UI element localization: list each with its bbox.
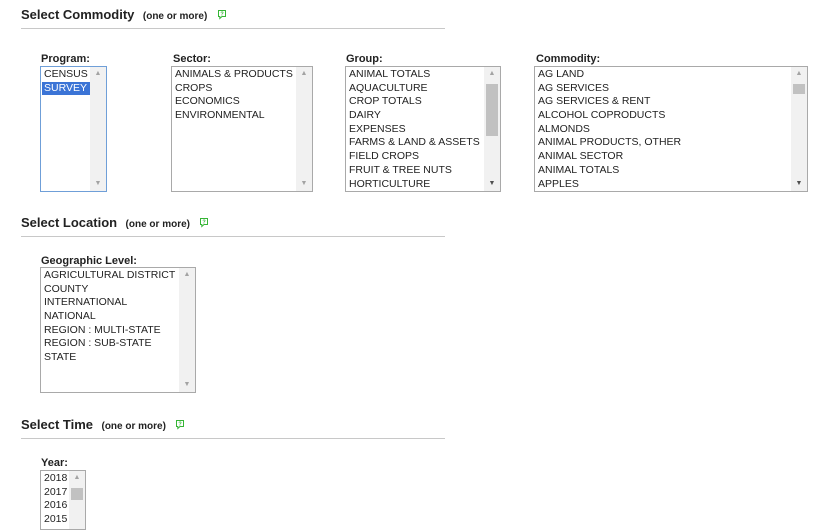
geographic-level-option[interactable]: REGION : SUB-STATE [42,337,177,351]
sector-option[interactable]: ECONOMICS [173,95,295,109]
scroll-down-icon[interactable]: ▼ [484,177,500,191]
help-icon[interactable]: ? [217,9,227,20]
group-option[interactable]: FIELD CROPS [347,150,482,164]
commodity-option[interactable]: APPLES [536,178,683,192]
help-icon[interactable]: ? [199,217,209,228]
commodity-option[interactable]: AG SERVICES [536,82,683,96]
group-option[interactable]: AQUACULTURE [347,82,482,96]
scroll-down-icon[interactable]: ▼ [791,177,807,191]
sector-label: Sector: [173,53,211,65]
commodity-option[interactable]: ANIMAL TOTALS [536,164,683,178]
program-listbox[interactable]: CENSUS SURVEY ▲ ▼ [40,66,107,192]
time-section-note: (one or more) [101,421,166,432]
help-icon[interactable]: ? [175,419,185,430]
year-scrollbar[interactable]: ▲ [69,471,85,529]
year-scroll-thumb[interactable] [71,488,83,500]
geographic-level-option[interactable]: STATE [42,351,177,365]
location-section-title: Select Location [21,215,118,230]
commodity-option[interactable]: AG LAND [536,68,683,82]
commodity-listbox[interactable]: AG LAND AG SERVICES AG SERVICES & RENT ALCO… [534,66,808,192]
geographic-level-option[interactable]: AGRICULTURAL DISTRICT [42,269,177,283]
year-option[interactable]: 2015 [42,513,69,527]
scroll-down-icon[interactable]: ▼ [179,378,195,392]
commodity-section-header: Select Commodity (one or more) ? [21,6,445,29]
year-option[interactable]: 2016 [42,499,69,513]
scroll-up-icon[interactable]: ▲ [484,67,500,81]
geographic-level-scrollbar[interactable]: ▲ ▼ [179,268,195,392]
scroll-up-icon[interactable]: ▲ [90,67,106,81]
time-section-title: Select Time [21,417,94,432]
commodity-option[interactable]: ALCOHOL COPRODUCTS [536,109,683,123]
commodity-option[interactable]: ANIMAL PRODUCTS, OTHER [536,136,683,150]
location-section-header: Select Location (one or more) ? [21,214,445,237]
geographic-level-option[interactable]: COUNTY [42,283,177,297]
scroll-down-icon[interactable]: ▼ [90,177,106,191]
year-listbox[interactable]: 2018 2017 2016 2015 ▲ [40,470,86,530]
year-option[interactable]: 2017 [42,486,69,500]
commodity-section-note: (one or more) [142,11,208,22]
commodity-scroll-thumb[interactable] [793,84,805,94]
group-option[interactable]: DAIRY [347,109,482,123]
group-label: Group: [346,53,383,65]
commodity-option[interactable]: AG SERVICES & RENT [536,95,683,109]
year-label: Year: [41,457,68,469]
group-option[interactable]: HORTICULTURE [347,178,482,192]
time-section-header: Select Time (one or more) ? [21,416,445,439]
geographic-level-option[interactable]: INTERNATIONAL [42,296,177,310]
group-option[interactable]: EXPENSES [347,123,482,137]
program-scrollbar[interactable]: ▲ ▼ [90,67,106,191]
commodity-option[interactable]: ANIMAL SECTOR [536,150,683,164]
program-label: Program: [41,53,90,65]
program-option[interactable]: SURVEY [42,81,90,96]
group-option[interactable]: ANIMAL TOTALS [347,68,482,82]
group-option[interactable]: FRUIT & TREE NUTS [347,164,482,178]
commodity-section-title: Select Commodity [21,7,135,22]
group-listbox[interactable]: ANIMAL TOTALS AQUACULTURE CROP TOTALS DAIRY… [345,66,501,192]
sector-scrollbar[interactable]: ▲ ▼ [296,67,312,191]
commodity-label: Commodity: [536,53,601,65]
geographic-level-option[interactable]: NATIONAL [42,310,177,324]
year-option[interactable]: 2018 [42,472,69,486]
group-option[interactable]: CROP TOTALS [347,95,482,109]
scroll-up-icon[interactable]: ▲ [791,67,807,81]
group-scrollbar[interactable]: ▲ ▼ [484,67,500,191]
scroll-up-icon[interactable]: ▲ [179,268,195,282]
sector-listbox[interactable]: ANIMALS & PRODUCTS CROPS ECONOMICS ENVIRONM… [171,66,313,192]
commodity-scrollbar[interactable]: ▲ ▼ [791,67,807,191]
geographic-level-option[interactable]: REGION : MULTI-STATE [42,324,177,338]
geographic-level-listbox[interactable]: AGRICULTURAL DISTRICT COUNTY INTERNATIONAL… [40,267,196,393]
commodity-option[interactable]: ALMONDS [536,123,683,137]
group-scroll-thumb[interactable] [486,84,498,136]
scroll-up-icon[interactable]: ▲ [69,471,85,485]
geographic-level-label: Geographic Level: [41,255,137,267]
scroll-down-icon[interactable]: ▼ [296,177,312,191]
group-option[interactable]: FARMS & LAND & ASSETS [347,136,482,150]
sector-option[interactable]: CROPS [173,82,295,96]
sector-option[interactable]: ANIMALS & PRODUCTS [173,68,295,82]
scroll-up-icon[interactable]: ▲ [296,67,312,81]
sector-option[interactable]: ENVIRONMENTAL [173,109,295,123]
location-section-note: (one or more) [125,219,190,230]
program-option[interactable]: CENSUS [42,68,90,82]
